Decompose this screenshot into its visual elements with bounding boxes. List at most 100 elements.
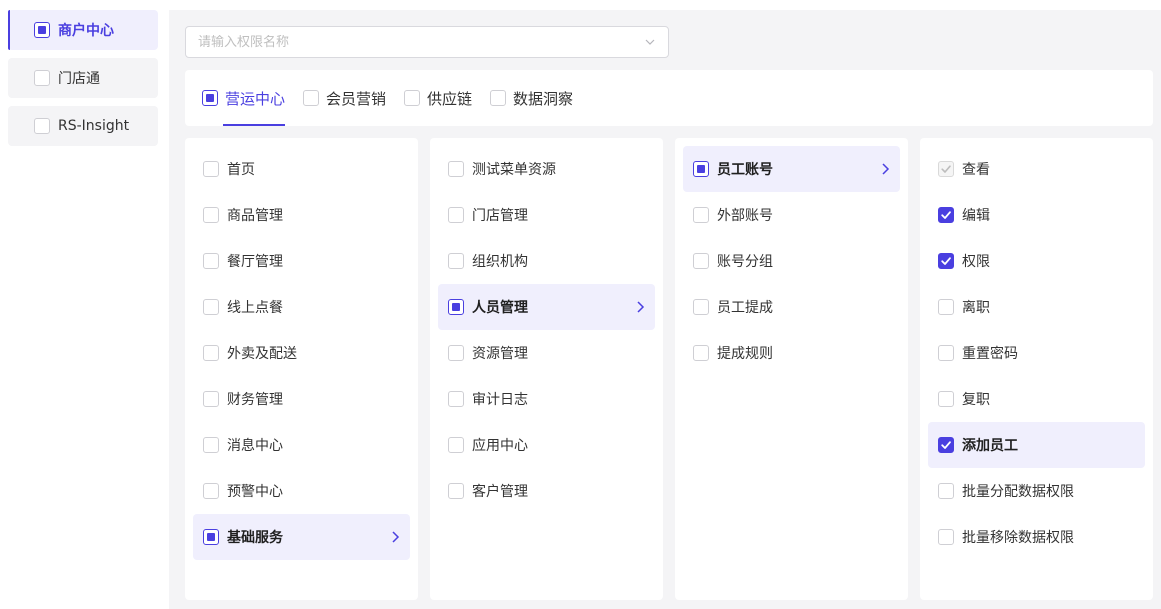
checkbox[interactable] bbox=[490, 90, 507, 106]
menu-item[interactable]: 人员管理 bbox=[438, 284, 655, 330]
checkbox[interactable] bbox=[448, 437, 464, 453]
item-label: 资源管理 bbox=[472, 346, 528, 362]
menu-item[interactable]: 员工提成 bbox=[683, 284, 900, 330]
checkbox[interactable] bbox=[448, 483, 464, 499]
sidebar-item-label: 商户中心 bbox=[58, 23, 114, 39]
checkbox[interactable] bbox=[938, 391, 954, 407]
checkbox[interactable] bbox=[938, 529, 954, 545]
menu-item[interactable]: 外部账号 bbox=[683, 192, 900, 238]
menu-item[interactable]: 账号分组 bbox=[683, 238, 900, 284]
checkbox[interactable] bbox=[938, 299, 954, 315]
permission-item[interactable]: 离职 bbox=[928, 284, 1145, 330]
checkbox[interactable] bbox=[404, 90, 421, 106]
menu-item[interactable]: 组织机构 bbox=[438, 238, 655, 284]
search-input[interactable] bbox=[198, 34, 644, 50]
tab-data-insight[interactable]: 数据洞察 bbox=[490, 70, 573, 126]
checkbox[interactable] bbox=[448, 253, 464, 269]
checkbox[interactable] bbox=[693, 345, 709, 361]
menu-item[interactable]: 资源管理 bbox=[438, 330, 655, 376]
checkbox[interactable] bbox=[693, 253, 709, 269]
tab-label: 会员营销 bbox=[326, 89, 387, 108]
checkbox[interactable] bbox=[34, 22, 50, 38]
item-label: 门店管理 bbox=[472, 208, 528, 224]
sidebar-item-store-pass[interactable]: 门店通 bbox=[8, 58, 158, 98]
checkbox[interactable] bbox=[448, 391, 464, 407]
sidebar: 商户中心 门店通 RS-Insight bbox=[8, 10, 158, 154]
menu-item[interactable]: 员工账号 bbox=[683, 146, 900, 192]
checkbox[interactable] bbox=[203, 437, 219, 453]
permission-item[interactable]: 重置密码 bbox=[928, 330, 1145, 376]
menu-item[interactable]: 提成规则 bbox=[683, 330, 900, 376]
checkbox[interactable] bbox=[203, 529, 219, 545]
permission-item[interactable]: 编辑 bbox=[928, 192, 1145, 238]
tab-supply-chain[interactable]: 供应链 bbox=[404, 70, 472, 126]
menu-item[interactable]: 消息中心 bbox=[193, 422, 410, 468]
checkbox[interactable] bbox=[303, 90, 320, 106]
permission-item[interactable]: 批量分配数据权限 bbox=[928, 468, 1145, 514]
checkbox[interactable] bbox=[203, 483, 219, 499]
checkbox[interactable] bbox=[203, 299, 219, 315]
checkbox[interactable] bbox=[203, 253, 219, 269]
menu-item[interactable]: 外卖及配送 bbox=[193, 330, 410, 376]
permission-item[interactable]: 批量移除数据权限 bbox=[928, 514, 1145, 560]
item-label: 编辑 bbox=[962, 208, 990, 224]
menu-item[interactable]: 测试菜单资源 bbox=[438, 146, 655, 192]
menu-item[interactable]: 餐厅管理 bbox=[193, 238, 410, 284]
permission-item[interactable]: 复职 bbox=[928, 376, 1145, 422]
checkbox[interactable] bbox=[938, 345, 954, 361]
tab-member-marketing[interactable]: 会员营销 bbox=[303, 70, 386, 126]
checkbox[interactable] bbox=[34, 70, 50, 86]
checkbox[interactable] bbox=[448, 161, 464, 177]
checkbox[interactable] bbox=[203, 207, 219, 223]
menu-column-level-1: 首页商品管理餐厅管理线上点餐外卖及配送 财务管理 消息中心预警中心基础服务 bbox=[185, 138, 418, 600]
menu-item[interactable]: 预警中心 bbox=[193, 468, 410, 514]
menu-column-level-3: 员工账号 外部账号账号分组员工提成提成规则 bbox=[675, 138, 908, 600]
permission-item[interactable]: 添加员工 bbox=[928, 422, 1145, 468]
menu-item[interactable]: 审计日志 bbox=[438, 376, 655, 422]
item-label: 应用中心 bbox=[472, 438, 528, 454]
checkbox[interactable] bbox=[938, 253, 954, 269]
menu-item[interactable]: 门店管理 bbox=[438, 192, 655, 238]
checkbox[interactable] bbox=[448, 207, 464, 223]
item-label: 线上点餐 bbox=[227, 300, 283, 316]
checkbox[interactable] bbox=[938, 207, 954, 223]
permission-item[interactable]: 权限 bbox=[928, 238, 1145, 284]
action-column: 查看编辑权限离职 重置密码 复职 添加员工 批量分配数据权限批量移除数据权限 bbox=[920, 138, 1153, 600]
checkbox[interactable] bbox=[448, 299, 464, 315]
sidebar-item-label: RS-Insight bbox=[58, 118, 130, 134]
menu-item[interactable]: 首页 bbox=[193, 146, 410, 192]
checkbox[interactable] bbox=[203, 161, 219, 177]
checkbox[interactable] bbox=[448, 345, 464, 361]
menu-item[interactable]: 线上点餐 bbox=[193, 284, 410, 330]
sidebar-item-rs-insight[interactable]: RS-Insight bbox=[8, 106, 158, 146]
tab-operations-center[interactable]: 营运中心 bbox=[202, 70, 286, 126]
item-label: 账号分组 bbox=[717, 254, 773, 270]
checkbox[interactable] bbox=[938, 483, 954, 499]
item-label: 查看 bbox=[962, 162, 990, 178]
checkbox bbox=[938, 161, 954, 177]
permission-item[interactable]: 查看 bbox=[928, 146, 1145, 192]
menu-item[interactable]: 应用中心 bbox=[438, 422, 655, 468]
item-label: 预警中心 bbox=[227, 484, 283, 500]
checkbox[interactable] bbox=[203, 345, 219, 361]
menu-item[interactable]: 商品管理 bbox=[193, 192, 410, 238]
checkbox[interactable] bbox=[693, 207, 709, 223]
permission-search[interactable] bbox=[185, 26, 669, 58]
item-label: 审计日志 bbox=[472, 392, 528, 408]
item-label: 商品管理 bbox=[227, 208, 283, 224]
item-label: 权限 bbox=[962, 254, 990, 270]
item-label: 批量移除数据权限 bbox=[962, 530, 1074, 546]
menu-column-level-2: 测试菜单资源门店管理组织机构 人员管理资源管理审计日志应用中心客户管理 bbox=[430, 138, 663, 600]
checkbox[interactable] bbox=[938, 437, 954, 453]
checkbox[interactable] bbox=[202, 90, 218, 106]
menu-item[interactable]: 财务管理 bbox=[193, 376, 410, 422]
checkbox[interactable] bbox=[693, 299, 709, 315]
chevron-right-icon bbox=[637, 301, 645, 313]
checkbox[interactable] bbox=[693, 161, 709, 177]
sidebar-item-merchant-center[interactable]: 商户中心 bbox=[8, 10, 158, 50]
menu-item[interactable]: 客户管理 bbox=[438, 468, 655, 514]
checkbox[interactable] bbox=[34, 118, 50, 134]
menu-item[interactable]: 基础服务 bbox=[193, 514, 410, 560]
item-label: 员工提成 bbox=[717, 300, 773, 316]
checkbox[interactable] bbox=[203, 391, 219, 407]
